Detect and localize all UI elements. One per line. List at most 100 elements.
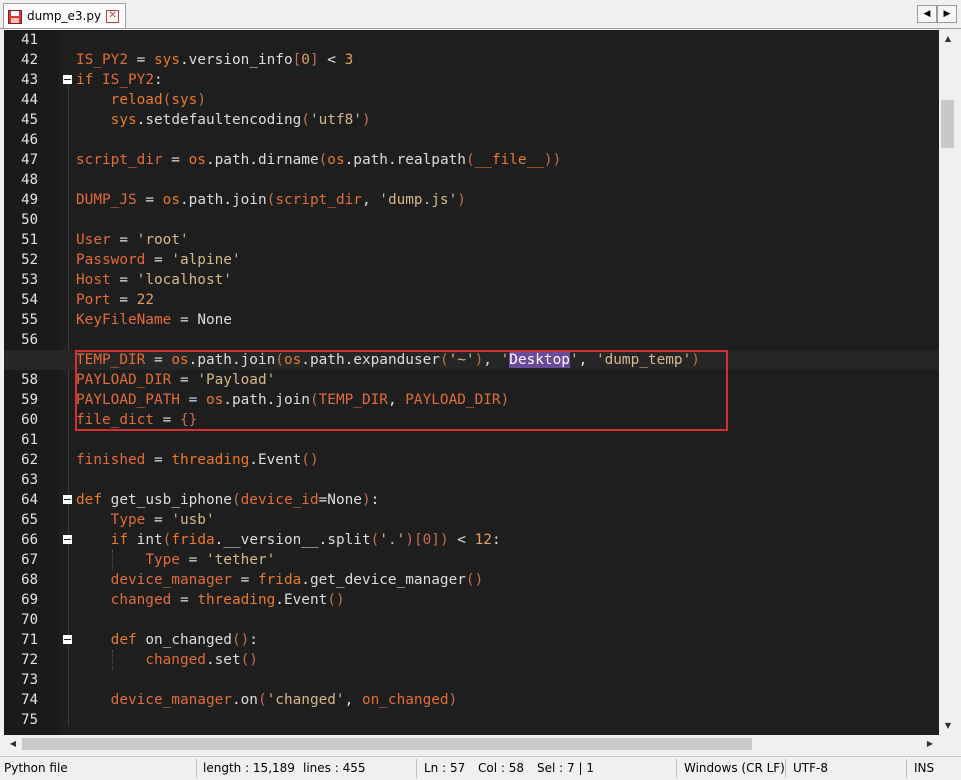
highlight-box — [75, 350, 728, 431]
line-number-gutter: 4142434445464748495051525354555657585960… — [4, 30, 59, 735]
code-token: path — [188, 192, 224, 208]
status-divider — [196, 759, 197, 778]
code-line[interactable]: Password = 'alpine' — [76, 250, 241, 270]
code-token: () — [240, 652, 258, 668]
code-line[interactable]: Type = 'usb' — [76, 510, 215, 530]
code-token: ) — [197, 92, 206, 108]
vertical-scrollbar[interactable]: ▲ ▼ — [939, 30, 957, 735]
line-number: 55 — [21, 312, 38, 328]
code-token: device_manager — [110, 692, 232, 708]
code-token: def — [110, 632, 137, 648]
code-line[interactable]: DUMP_JS = os.path.join(script_dir, 'dump… — [76, 190, 466, 210]
code-token: ( — [318, 152, 328, 168]
status-encoding[interactable]: UTF-8 — [793, 757, 828, 780]
arrow-right-icon[interactable]: ▶ — [937, 5, 957, 23]
code-line[interactable]: IS_PY2 = sys.version_info[0] < 3 — [76, 50, 353, 70]
code-token: User — [76, 232, 111, 248]
code-token: 3 — [344, 52, 354, 68]
horizontal-scroll-thumb[interactable] — [22, 738, 752, 750]
code-token: finished — [76, 452, 146, 468]
line-number: 44 — [21, 92, 38, 108]
code-token: 0 — [301, 52, 310, 68]
code-line[interactable]: Type = 'tether' — [76, 550, 275, 570]
code-token: ) — [457, 192, 466, 208]
code-line[interactable]: Port = 22 — [76, 290, 154, 310]
line-number: 49 — [21, 192, 38, 208]
code-line[interactable]: reload(sys) — [76, 90, 206, 110]
line-number: 42 — [21, 52, 38, 68]
close-icon[interactable]: ✕ — [106, 9, 120, 23]
scroll-up-icon[interactable]: ▲ — [939, 30, 957, 48]
line-number: 53 — [21, 272, 38, 288]
code-token: os — [327, 152, 345, 168]
code-token: 'usb' — [171, 512, 215, 528]
code-token: ( — [370, 532, 380, 548]
code-line[interactable]: User = 'root' — [76, 230, 189, 250]
code-line[interactable]: device_manager = frida.get_device_manage… — [76, 570, 484, 590]
indent-guide — [112, 650, 114, 670]
status-divider — [906, 759, 907, 778]
code-token: reload — [110, 92, 163, 108]
code-token: os — [162, 192, 180, 208]
code-token: on — [240, 692, 258, 708]
code-token: Type — [110, 512, 146, 528]
line-number: 51 — [21, 232, 38, 248]
code-token: = — [110, 292, 137, 308]
code-line[interactable]: KeyFileName = None — [76, 310, 232, 330]
line-number: 67 — [21, 552, 38, 568]
scroll-right-icon[interactable]: ▶ — [921, 735, 939, 753]
line-number: 68 — [21, 572, 38, 588]
status-mode[interactable]: INS — [914, 757, 934, 780]
code-line[interactable]: def get_usb_iphone(device_id=None): — [76, 490, 379, 510]
arrow-left-icon[interactable]: ◀ — [917, 5, 937, 23]
indent-guide — [112, 550, 114, 570]
fold-toggle-icon[interactable] — [63, 75, 72, 84]
code-line[interactable]: Host = 'localhost' — [76, 270, 232, 290]
code-token: . — [301, 572, 310, 588]
code-line[interactable]: if IS_PY2: — [76, 70, 163, 90]
code-token: , — [361, 192, 380, 208]
horizontal-scrollbar[interactable]: ◀ ▶ — [4, 735, 939, 753]
scroll-down-icon[interactable]: ▼ — [939, 717, 957, 735]
fold-toggle-icon[interactable] — [63, 495, 72, 504]
line-number: 52 — [21, 252, 38, 268]
code-token: 'utf8' — [309, 112, 362, 128]
code-line[interactable]: script_dir = os.path.dirname(os.path.rea… — [76, 150, 561, 170]
tab-dump-e3[interactable]: dump_e3.py ✕ — [3, 3, 127, 28]
code-token: ( — [231, 492, 241, 508]
code-line[interactable]: def on_changed(): — [76, 630, 258, 650]
fold-toggle-icon[interactable] — [63, 535, 72, 544]
code-token: __version__ — [223, 532, 319, 548]
code-token: Password — [76, 252, 146, 268]
code-token: [ — [292, 52, 302, 68]
code-token: KeyFileName — [76, 312, 172, 328]
code-line[interactable]: sys.setdefaultencoding('utf8') — [76, 110, 371, 130]
scroll-left-icon[interactable]: ◀ — [4, 735, 22, 753]
code-editor[interactable]: 4142434445464748495051525354555657585960… — [4, 30, 939, 735]
code-line[interactable]: changed = threading.Event() — [76, 590, 345, 610]
line-number: 48 — [21, 172, 38, 188]
code-token: = — [145, 512, 172, 528]
status-eol[interactable]: Windows (CR LF) — [684, 757, 785, 780]
code-token: setdefaultencoding — [145, 112, 302, 128]
code-token: get_usb_iphone — [110, 492, 232, 508]
code-line[interactable]: finished = threading.Event() — [76, 450, 319, 470]
code-token: IS_PY2 — [102, 72, 154, 88]
code-line[interactable]: changed.set() — [76, 650, 258, 670]
code-line[interactable]: device_manager.on('changed', on_changed) — [76, 690, 458, 710]
vertical-scroll-thumb[interactable] — [941, 100, 954, 148]
code-token: frida — [171, 532, 215, 548]
code-token: = — [145, 452, 172, 468]
code-token: , — [344, 692, 362, 708]
code-token: . — [179, 192, 189, 208]
code-token: join — [231, 192, 267, 208]
code-token: Event — [283, 592, 328, 608]
fold-toggle-icon[interactable] — [63, 635, 72, 644]
code-token: os — [188, 152, 206, 168]
code-line[interactable]: if int(frida.__version__.split('.')[0]) … — [76, 530, 501, 550]
code-token: split — [327, 532, 371, 548]
